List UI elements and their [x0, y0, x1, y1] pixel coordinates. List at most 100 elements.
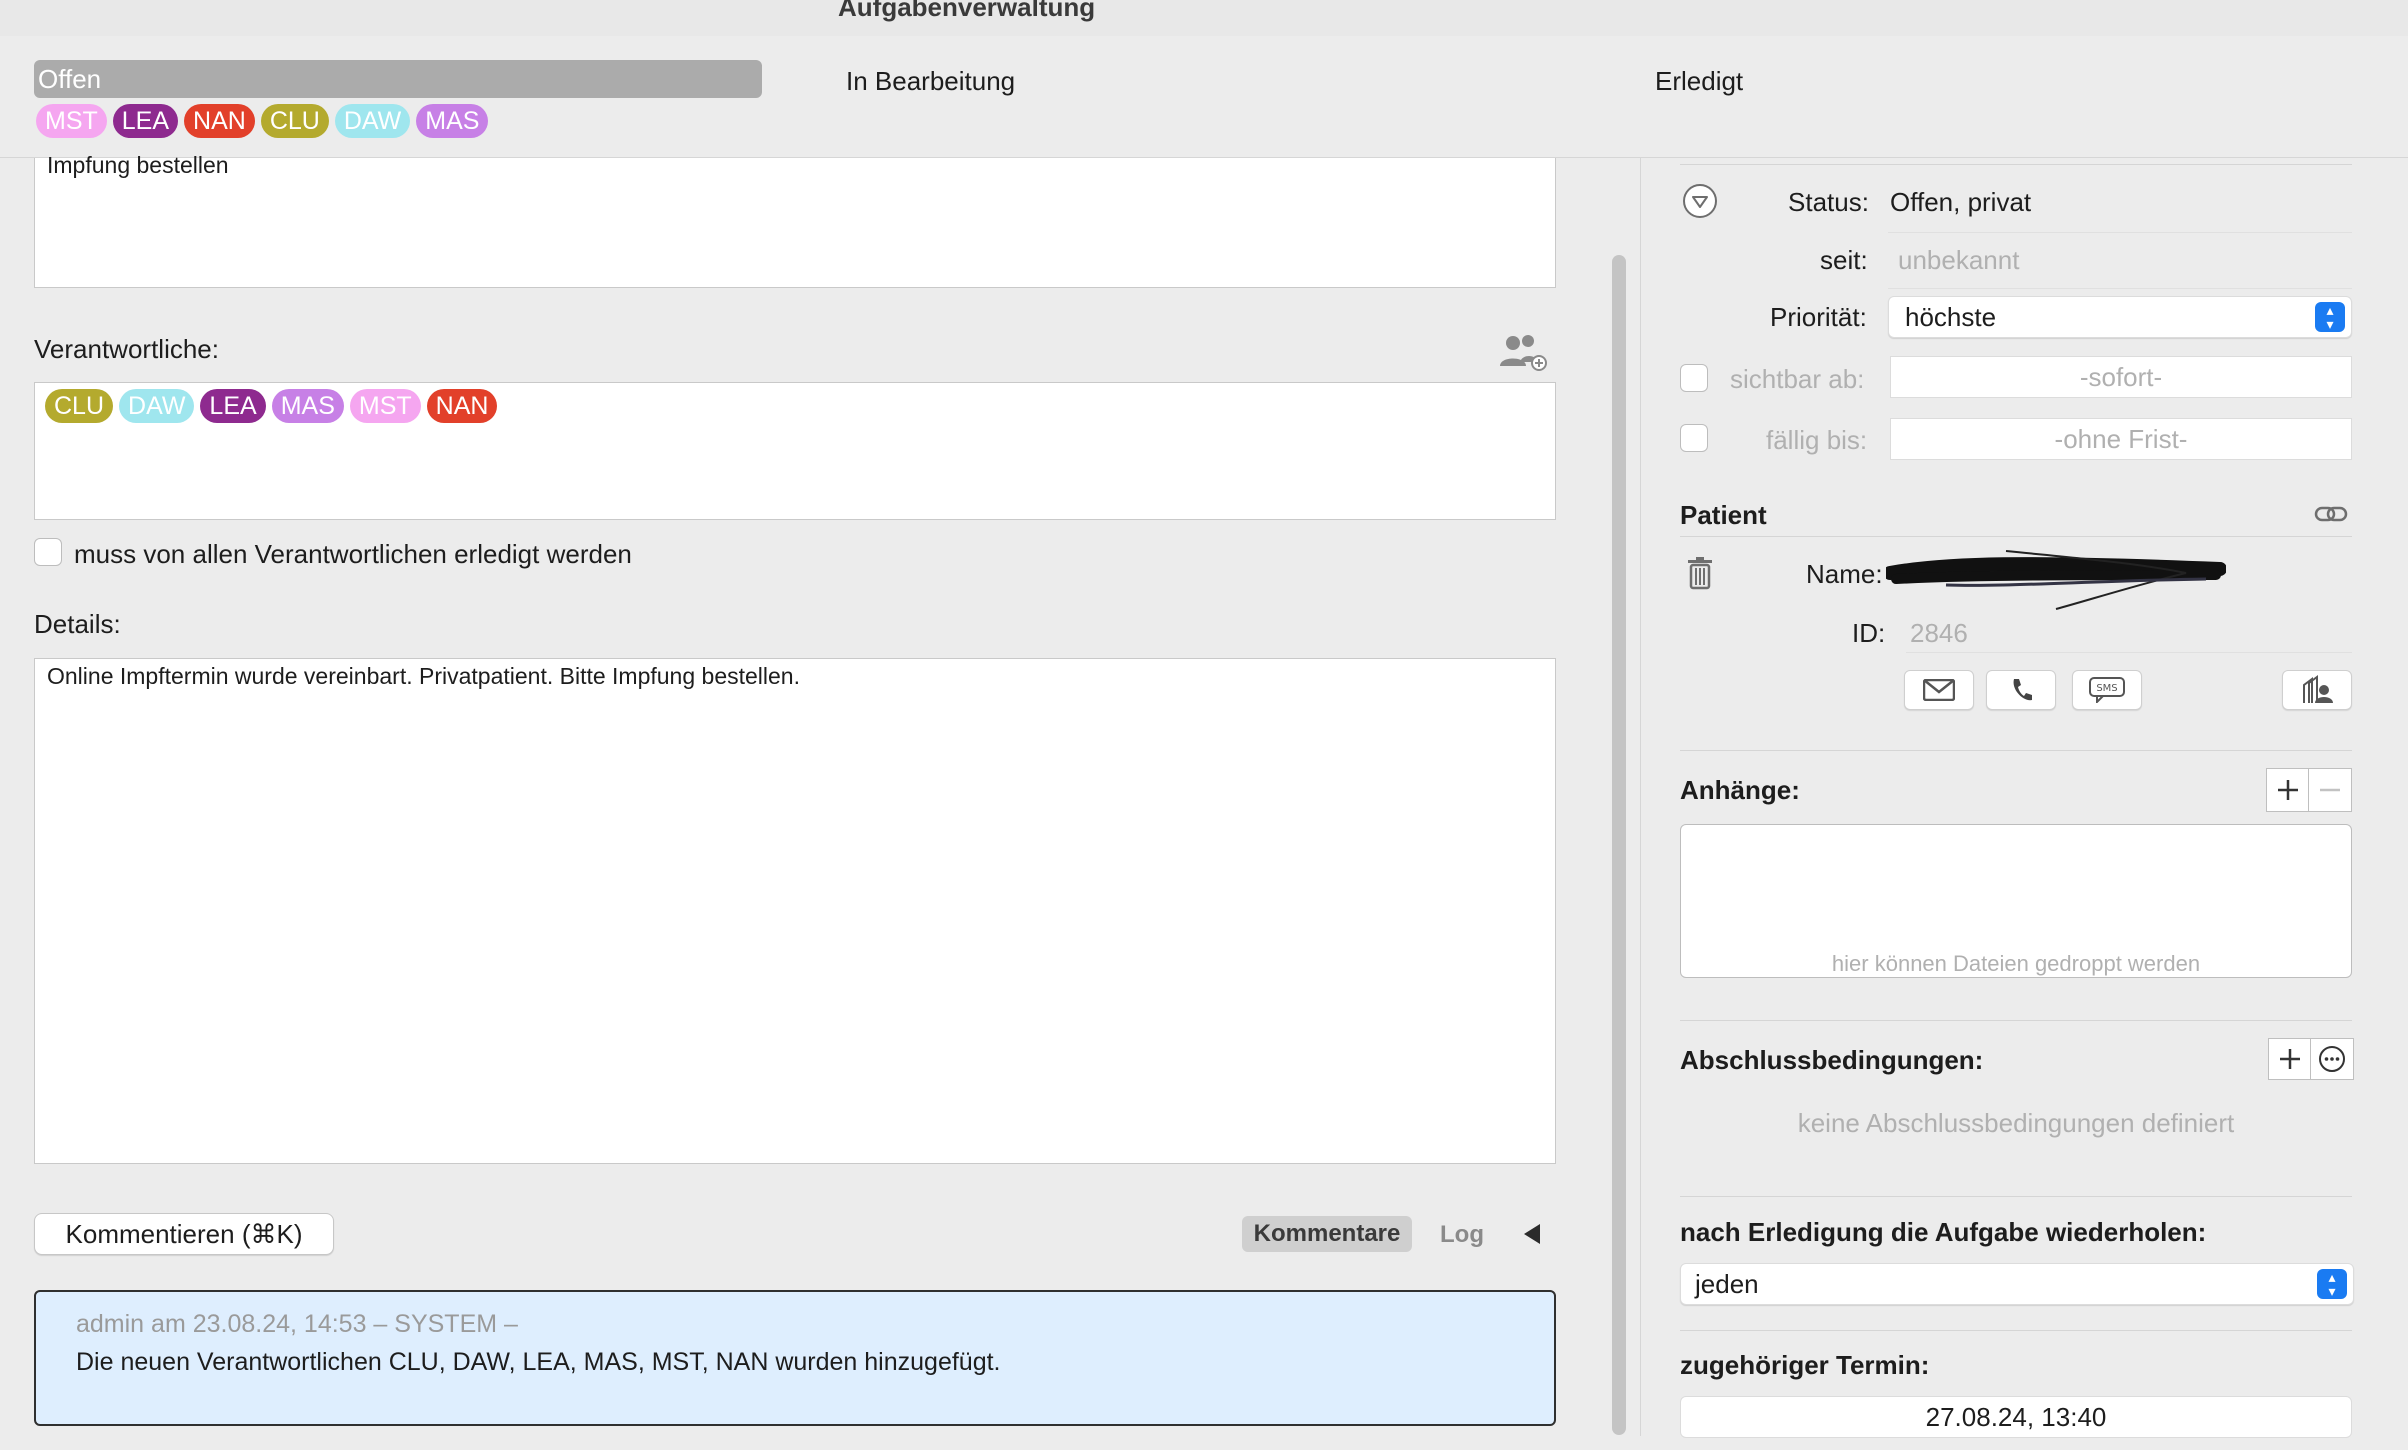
tag-clu[interactable]: CLU — [45, 389, 114, 423]
select-arrows-icon: ▴ ▾ — [2317, 1269, 2347, 1299]
all-must-complete-checkbox[interactable] — [34, 538, 62, 566]
patient-records-button[interactable] — [2282, 670, 2352, 710]
visible-from-label: sichtbar ab: — [1730, 364, 1865, 394]
responsible-label: Verantwortliche: — [34, 334, 219, 364]
tag-mas[interactable]: MAS — [416, 104, 489, 138]
column-in-progress[interactable]: In Bearbeitung — [846, 66, 1015, 97]
more-options-icon — [2319, 1046, 2345, 1072]
responsible-tags: CLU DAW LEA MAS MST NAN — [45, 389, 503, 423]
visible-from-field[interactable]: -sofort- — [1890, 356, 2352, 398]
details-label: Details: — [34, 609, 121, 639]
appointment-header: zugehöriger Termin: — [1680, 1350, 1930, 1380]
redacted-name-scribble — [1883, 545, 2227, 615]
status-value: Offen, privat — [1890, 187, 2032, 217]
attachments-drop-zone[interactable]: hier können Dateien gedroppt werden — [1680, 824, 2352, 978]
minus-icon — [2320, 788, 2340, 792]
details-textarea[interactable]: Online Impftermin wurde vereinbart. Priv… — [34, 658, 1556, 1164]
tab-log[interactable]: Log — [1440, 1221, 1484, 1249]
phone-icon — [2013, 679, 2032, 701]
open-column-tags: MST LEA NAN CLU DAW MAS — [36, 104, 494, 138]
tag-lea[interactable]: LEA — [112, 104, 179, 138]
divider — [1906, 652, 2352, 653]
collapse-triangle-icon[interactable] — [1520, 1220, 1544, 1248]
window-title: Aufgabenverwaltung — [838, 0, 1096, 22]
repeat-header: nach Erledigung die Aufgabe wiederholen: — [1680, 1217, 2207, 1247]
details-text: Online Impftermin wurde vereinbart. Priv… — [47, 663, 800, 689]
add-responsible-icon[interactable] — [1496, 332, 1550, 372]
tag-clu[interactable]: CLU — [260, 104, 329, 138]
tag-mst[interactable]: MST — [36, 104, 107, 138]
task-title-text: Impfung bestellen — [47, 152, 229, 178]
tag-nan[interactable]: NAN — [426, 389, 498, 423]
tag-mas[interactable]: MAS — [271, 389, 344, 423]
divider — [1888, 232, 2352, 233]
comment-button[interactable]: Kommentieren (⌘K) — [34, 1213, 334, 1255]
conditions-controls — [2268, 1038, 2354, 1080]
status-dropdown-icon[interactable] — [1682, 183, 1718, 219]
divider — [1680, 164, 2352, 165]
patient-records-icon — [2303, 675, 2333, 703]
sms-button[interactable]: SMS — [2072, 670, 2142, 710]
comment-meta: admin am 23.08.24, 14:53 – SYSTEM – — [76, 1310, 518, 1338]
plus-icon — [2279, 1049, 2300, 1069]
tag-daw[interactable]: DAW — [334, 104, 411, 138]
tag-mst[interactable]: MST — [349, 389, 421, 423]
patient-header: Patient — [1680, 500, 1767, 530]
sms-icon: SMS — [2089, 677, 2125, 703]
tag-nan[interactable]: NAN — [184, 104, 255, 138]
id-value: 2846 — [1910, 618, 1968, 648]
trash-icon[interactable] — [1686, 556, 1714, 590]
all-must-complete-label: muss von allen Verantwortlichen erledigt… — [74, 539, 632, 569]
id-label: ID: — [1852, 618, 1886, 648]
since-value: unbekannt — [1898, 245, 2020, 275]
title-bar: Aufgabenverwaltung — [0, 0, 2408, 36]
call-button[interactable] — [1986, 670, 2056, 710]
conditions-empty-text: keine Abschlussbedingungen definiert — [1797, 1108, 2235, 1138]
tab-comments[interactable]: Kommentare — [1242, 1216, 1412, 1252]
condition-options-button[interactable] — [2311, 1039, 2353, 1079]
comment-entry: admin am 23.08.24, 14:53 – SYSTEM – Die … — [34, 1290, 1556, 1426]
attachments-hint: hier können Dateien gedroppt werden — [1831, 951, 2201, 976]
priority-value: höchste — [1905, 302, 1997, 332]
status-label: Status: — [1788, 187, 1869, 217]
scrollbar[interactable] — [1612, 255, 1626, 1435]
due-checkbox[interactable] — [1680, 424, 1708, 452]
add-condition-button[interactable] — [2269, 1039, 2312, 1079]
envelope-icon — [1923, 679, 1955, 701]
email-button[interactable] — [1904, 670, 1974, 710]
visible-from-checkbox[interactable] — [1680, 364, 1708, 392]
priority-label: Priorität: — [1770, 302, 1867, 332]
add-attachment-button[interactable] — [2267, 769, 2310, 811]
select-arrows-icon: ▴ ▾ — [2315, 302, 2345, 332]
responsible-field[interactable]: CLU DAW LEA MAS MST NAN — [34, 382, 1556, 520]
conditions-header: Abschlussbedingungen: — [1680, 1045, 1984, 1075]
tag-lea[interactable]: LEA — [200, 389, 266, 423]
appointment-value: 27.08.24, 13:40 — [1925, 1402, 2107, 1432]
tag-daw[interactable]: DAW — [119, 389, 195, 423]
since-label: seit: — [1820, 245, 1868, 275]
comment-text: Die neuen Verantwortlichen CLU, DAW, LEA… — [76, 1348, 1001, 1376]
due-value: -ohne Frist- — [2054, 424, 2188, 454]
divider — [1680, 750, 2352, 751]
column-open[interactable]: Offen — [34, 60, 762, 98]
appointment-field[interactable]: 27.08.24, 13:40 — [1680, 1396, 2352, 1438]
column-done[interactable]: Erledigt — [1655, 66, 1743, 97]
due-field[interactable]: -ohne Frist- — [1890, 418, 2352, 460]
repeat-select[interactable]: jeden ▴ ▾ — [1680, 1263, 2354, 1305]
divider — [1680, 536, 2352, 537]
visible-from-value: -sofort- — [2079, 362, 2163, 392]
attachments-controls — [2266, 768, 2352, 812]
remove-attachment-button[interactable] — [2309, 769, 2351, 811]
divider — [1680, 1020, 2352, 1021]
divider — [1680, 1196, 2352, 1197]
link-icon[interactable] — [2314, 500, 2348, 528]
priority-select[interactable]: höchste ▴ ▾ — [1888, 296, 2352, 338]
plus-icon — [2277, 780, 2298, 800]
attachments-header: Anhänge: — [1680, 775, 1800, 805]
task-title-field[interactable]: Impfung bestellen — [34, 152, 1556, 288]
name-label: Name: — [1806, 559, 1883, 589]
repeat-value: jeden — [1695, 1269, 1759, 1299]
due-label: fällig bis: — [1766, 425, 1868, 455]
divider — [1888, 288, 2352, 289]
divider — [1680, 1330, 2352, 1331]
